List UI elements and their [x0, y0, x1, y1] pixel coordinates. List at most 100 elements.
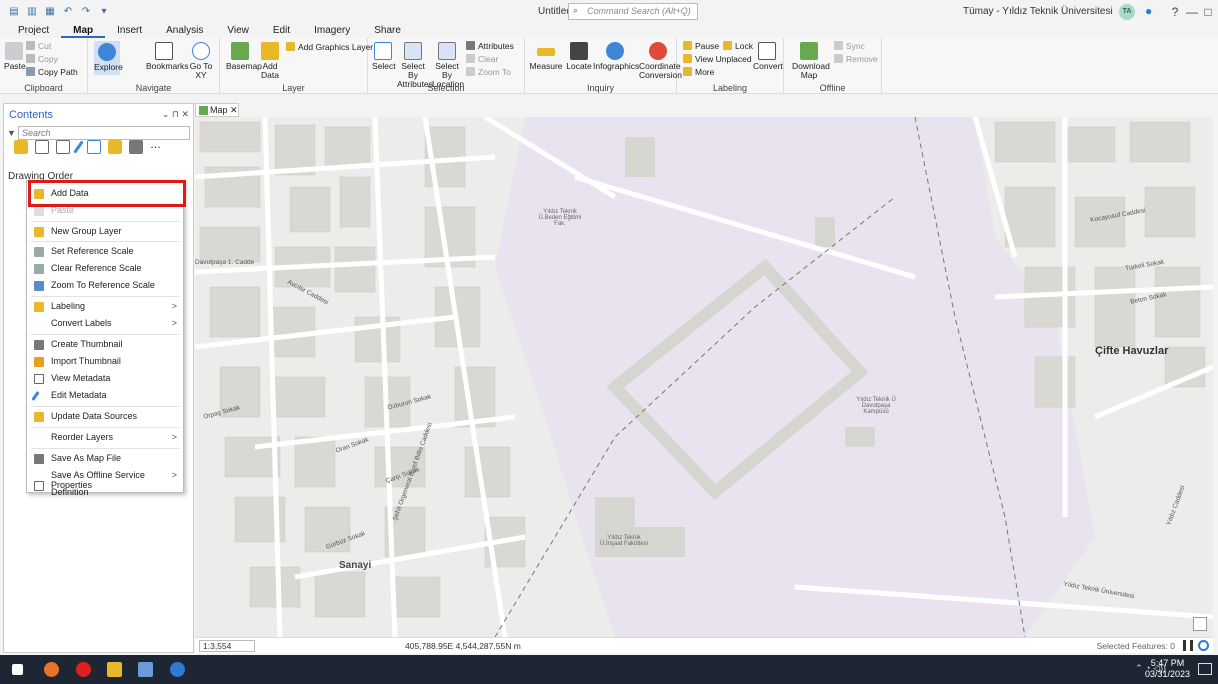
new-project-icon[interactable]: ▤ [8, 6, 20, 18]
arcgis-pro-taskbar-icon[interactable] [138, 662, 153, 677]
locate-button[interactable]: Locate [565, 42, 593, 71]
measure-button[interactable]: Measure [529, 42, 563, 71]
context-menu: Add Data Paste New Group Layer Set Refer… [26, 180, 184, 497]
notification-center-icon[interactable] [1198, 663, 1212, 675]
go-to-xy-button[interactable]: Go To XY [188, 42, 214, 80]
app-taskbar-icon[interactable] [170, 662, 185, 677]
pause-drawing-icon[interactable] [1183, 640, 1193, 651]
undo-icon[interactable]: ↶ [62, 6, 74, 18]
open-project-icon[interactable]: ▥ [26, 6, 38, 18]
selection-icon[interactable] [56, 140, 70, 154]
menu-labeling[interactable]: Labeling > [27, 298, 183, 315]
drawing-order-icon[interactable] [14, 140, 28, 154]
ribbon-tabs: Project Map Insert Analysis View Edit Im… [0, 24, 1218, 38]
refresh-icon[interactable] [1198, 640, 1209, 651]
perspective-icon[interactable] [129, 140, 143, 154]
map-overview-icon[interactable] [1193, 617, 1207, 631]
menu-properties[interactable]: Properties [27, 477, 183, 494]
menu-new-group-layer[interactable]: New Group Layer [27, 223, 183, 240]
remove-button[interactable]: Remove [834, 54, 878, 64]
zoom-to-button[interactable]: Zoom To [466, 67, 511, 77]
convert-labels-button[interactable]: Convert [753, 42, 783, 71]
menu-create-thumbnail[interactable]: Create Thumbnail [27, 336, 183, 353]
firefox-icon[interactable] [44, 662, 59, 677]
snapping-icon[interactable] [87, 140, 101, 154]
qat-dropdown-icon[interactable]: ▾ [98, 6, 110, 18]
windows-start-icon[interactable] [12, 664, 23, 675]
tab-imagery[interactable]: Imagery [302, 24, 362, 38]
redo-icon[interactable]: ↷ [80, 6, 92, 18]
scale-selector[interactable]: 1:3,554 [199, 640, 255, 652]
tab-share[interactable]: Share [362, 24, 413, 38]
menu-import-thumbnail[interactable]: Import Thumbnail [27, 353, 183, 370]
command-search-input[interactable]: ⌕ Command Search (Alt+Q) [568, 3, 698, 20]
basemap-button[interactable]: Basemap [226, 42, 262, 71]
menu-save-as-map-file[interactable]: Save As Map File [27, 450, 183, 467]
view-metadata-icon [34, 374, 44, 384]
tab-view[interactable]: View [215, 24, 261, 38]
explore-button[interactable]: Explore [94, 41, 123, 75]
tab-edit[interactable]: Edit [261, 24, 302, 38]
selected-features-count[interactable]: Selected Features: 0 [1097, 641, 1175, 651]
copy-button[interactable]: Copy [26, 54, 58, 64]
title-bar: ▤ ▥ ▦ ↶ ↷ ▾ Untitled ⌕ Command Search (A… [0, 0, 1218, 24]
tab-map[interactable]: Map [61, 24, 106, 38]
notification-icon[interactable]: ● [1145, 4, 1159, 18]
help-button[interactable]: ? [1166, 3, 1184, 21]
pause-labels-button[interactable]: Pause [683, 41, 719, 51]
lock-labels-button[interactable]: Lock [723, 41, 753, 51]
labeling-label: Labeling [712, 83, 748, 93]
view-unplaced-button[interactable]: View Unplaced [683, 54, 752, 64]
filter-icon[interactable]: ▼ [7, 128, 16, 138]
tab-analysis[interactable]: Analysis [154, 24, 215, 38]
map-view[interactable]: Çifte Havuzlar Sanayi Yıldız Teknik Ü Da… [195, 117, 1213, 637]
menu-zoom-to-reference-scale[interactable]: Zoom To Reference Scale [27, 277, 183, 294]
menu-clear-reference-scale[interactable]: Clear Reference Scale [27, 260, 183, 277]
select-by-attributes-button[interactable]: Select By Attributes [397, 42, 433, 89]
labeling-icon[interactable] [108, 140, 122, 154]
opera-icon[interactable] [76, 662, 91, 677]
user-name[interactable]: Tümay - Yıldız Teknik Üniversitesi [963, 6, 1113, 17]
paste-button[interactable]: Paste [4, 42, 26, 71]
menu-view-metadata[interactable]: View Metadata [27, 370, 183, 387]
map-view-tab[interactable]: Map ✕ [195, 103, 239, 117]
coordinates-readout[interactable]: 405,788.95E 4,544,287.55N m [405, 641, 521, 651]
pause-icon [683, 41, 692, 50]
file-explorer-icon[interactable] [107, 662, 122, 677]
infographics-button[interactable]: Infographics [593, 42, 639, 71]
more-labeling-button[interactable]: More [683, 67, 714, 77]
copy-path-button[interactable]: Copy Path [26, 67, 78, 77]
clock[interactable]: 5:47 PM 03/31/2023 [1145, 658, 1190, 680]
clear-button[interactable]: Clear [466, 54, 498, 64]
menu-reorder-layers[interactable]: Reorder Layers > [27, 429, 183, 446]
maximize-button[interactable]: □ [1199, 3, 1217, 21]
add-graphics-layer-button[interactable]: Add Graphics Layer [286, 42, 373, 52]
add-data-ribbon-button[interactable]: Add Data [258, 42, 282, 80]
pane-controls[interactable]: ⌄ ⊓ ✕ [162, 109, 189, 120]
sync-icon [834, 41, 843, 50]
attributes-button[interactable]: Attributes [466, 41, 514, 51]
sync-button[interactable]: Sync [834, 41, 865, 51]
convert-icon [758, 42, 776, 60]
menu-set-reference-scale[interactable]: Set Reference Scale [27, 243, 183, 260]
more-options-icon[interactable]: … [150, 140, 164, 154]
select-button[interactable]: Select [372, 42, 396, 71]
paste-icon [5, 42, 23, 60]
data-source-icon[interactable] [35, 140, 49, 154]
avatar[interactable]: TA [1119, 4, 1135, 20]
menu-edit-metadata[interactable]: Edit Metadata [27, 387, 183, 404]
tab-insert[interactable]: Insert [105, 24, 154, 38]
update-sources-icon [34, 412, 44, 422]
select-by-location-button[interactable]: Select By Location [432, 42, 464, 89]
contents-search-input[interactable]: Search [18, 126, 190, 140]
coordinate-conversion-button[interactable]: Coordinate Conversion [639, 42, 682, 80]
menu-update-data-sources[interactable]: Update Data Sources [27, 408, 183, 425]
tab-project[interactable]: Project [6, 24, 61, 38]
download-map-button[interactable]: Download Map [792, 42, 830, 80]
bookmarks-button[interactable]: Bookmarks [146, 42, 189, 71]
editing-icon[interactable] [73, 140, 84, 154]
menu-convert-labels[interactable]: Convert Labels > [27, 315, 183, 332]
save-icon[interactable]: ▦ [44, 6, 56, 18]
navigate-label: Navigate [135, 83, 172, 93]
cut-button[interactable]: Cut [26, 41, 51, 51]
